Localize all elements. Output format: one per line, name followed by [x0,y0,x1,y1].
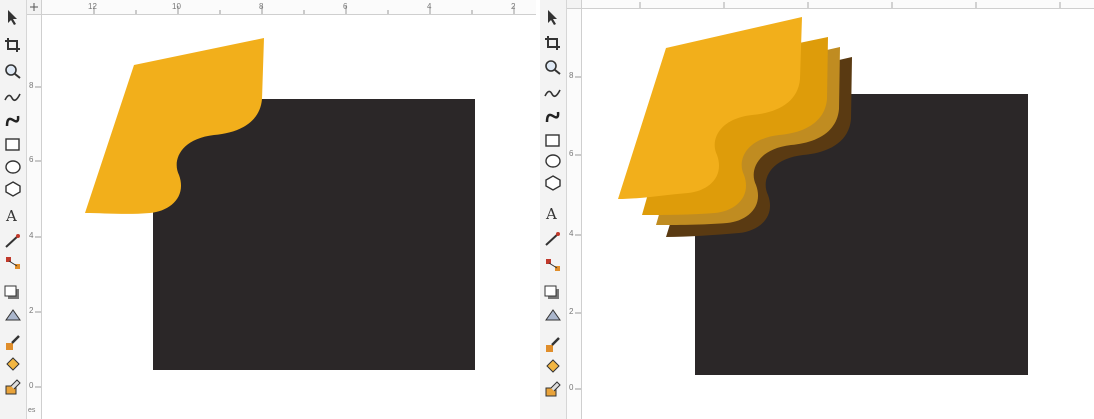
ruler-label: es [28,407,36,414]
ruler-label: 8 [259,2,264,11]
dimension-tool-icon[interactable] [3,232,23,250]
artistic-media-tool-icon[interactable] [3,112,23,130]
eyedropper-tool-icon[interactable] [543,336,563,354]
svg-text:A: A [545,205,557,222]
vertical-ruler[interactable]: 8 6 4 2 0 es [27,15,42,419]
ruler-corner [27,0,42,15]
ruler-label: 2 [511,2,516,11]
polygon-tool-icon[interactable] [543,174,563,192]
rectangle-tool-icon[interactable] [543,132,563,150]
artistic-media-tool-icon[interactable] [543,108,563,126]
polygon-tool-icon[interactable] [3,180,23,198]
horizontal-ruler[interactable]: 12 10 8 6 4 2 [42,0,538,15]
eyedropper-tool-icon[interactable] [3,334,23,352]
ruler-label: 10 [172,2,181,11]
fill-tool-icon[interactable] [543,358,563,376]
horizontal-ruler[interactable] [582,0,1094,9]
ruler-label: 8 [569,71,574,80]
rectangle-tool-icon[interactable] [3,136,23,154]
text-tool-icon[interactable]: A [543,204,563,223]
fill-tool-icon[interactable] [3,356,23,374]
ruler-label: 6 [29,155,34,164]
ruler-label: 8 [29,81,34,90]
crop-tool-icon[interactable] [543,34,563,52]
transparency-tool-icon[interactable] [3,306,23,324]
smart-fill-tool-icon[interactable] [3,378,23,396]
drop-shadow-tool-icon[interactable] [543,284,563,302]
ruler-label: 0 [569,383,574,392]
drop-shadow-tool-icon[interactable] [3,284,23,302]
transparency-tool-icon[interactable] [543,306,563,324]
drawing-canvas[interactable] [42,15,538,419]
right-toolbox: A [540,0,567,419]
zoom-tool-icon[interactable] [543,58,563,76]
ruler-label: 2 [569,307,574,316]
dark-square-shape[interactable] [153,99,475,370]
smart-fill-tool-icon[interactable] [543,380,563,398]
crop-tool-icon[interactable] [3,36,23,54]
vertical-ruler[interactable]: 8 6 4 2 0 [567,9,582,419]
left-panel: A 12 10 8 6 4 2 8 6 4 2 0 es [0,0,538,419]
ruler-corner [567,0,582,9]
zoom-tool-icon[interactable] [3,62,23,80]
dimension-tool-icon[interactable] [543,230,563,248]
ruler-label: 12 [88,2,97,11]
ellipse-tool-icon[interactable] [3,158,23,176]
pick-tool-icon[interactable] [3,8,23,26]
connector-tool-icon[interactable] [3,254,23,272]
freehand-tool-icon[interactable] [543,84,563,102]
left-toolbox: A [0,0,27,419]
pick-tool-icon[interactable] [543,8,563,26]
ruler-label: 0 [29,381,34,390]
ruler-label: 6 [343,2,348,11]
text-tool-icon[interactable]: A [3,206,23,225]
ruler-label: 4 [569,229,574,238]
ellipse-tool-icon[interactable] [543,152,563,170]
ruler-label: 2 [29,306,34,315]
connector-tool-icon[interactable] [543,256,563,274]
ruler-label: 4 [427,2,432,11]
right-panel: A 8 6 4 2 0 [540,0,1094,419]
freehand-tool-icon[interactable] [3,88,23,106]
ruler-label: 4 [29,231,34,240]
drawing-canvas[interactable] [582,9,1092,419]
svg-text:A: A [5,207,17,224]
ruler-label: 6 [569,149,574,158]
